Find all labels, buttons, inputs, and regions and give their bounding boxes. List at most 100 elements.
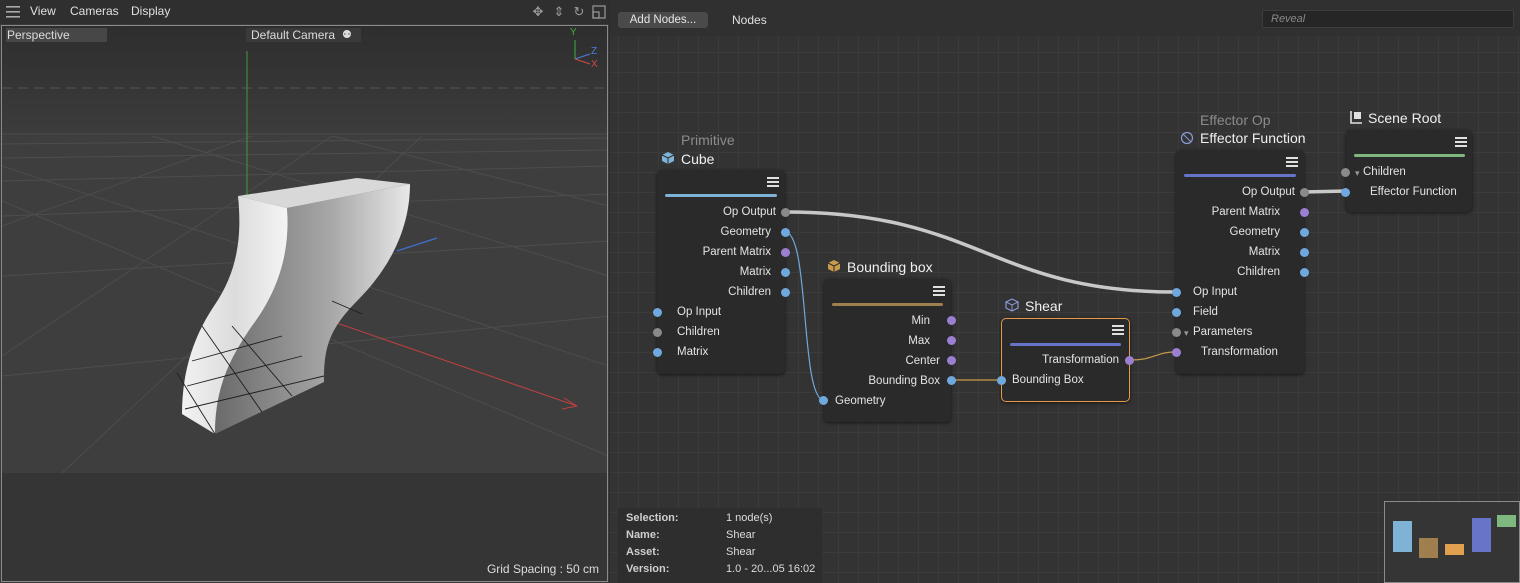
cube-geometry-output[interactable]: Geometry [721,226,772,238]
shear-transformation-output[interactable]: Transformation [1042,354,1119,366]
camera-icon[interactable]: ⚉ [342,28,352,41]
effector-op-output[interactable]: Op Output [1242,186,1295,198]
menu-display[interactable]: Display [131,4,170,18]
bbox-min-output[interactable]: Min [911,315,930,327]
axis-y-label: Y [570,27,577,38]
scene-root-node-menu-icon[interactable] [1455,137,1467,147]
parameters-expand-icon[interactable]: ▾ [1184,328,1189,339]
scene-root-node-title[interactable]: Scene Root [1368,110,1441,126]
bbox-center-output[interactable]: Center [905,355,940,367]
minimap-shear [1445,544,1464,555]
bbox-bounding-box-port[interactable] [947,376,956,385]
bbox-geometry-input[interactable]: Geometry [835,395,886,407]
node-minimap[interactable] [1384,501,1520,583]
move-view-icon[interactable]: ✥ [531,5,545,19]
effector-parent-matrix-port[interactable] [1300,208,1309,217]
cube-parent-matrix-port[interactable] [781,248,790,257]
cube-op-input-port[interactable] [653,308,662,317]
cube-matrix-output[interactable]: Matrix [740,266,771,278]
cube-children-input-port[interactable] [653,328,662,337]
effector-parameters-port[interactable] [1172,328,1181,337]
effector-node-title[interactable]: Effector Function [1200,130,1306,146]
effector-op-input-port[interactable] [1172,288,1181,297]
bbox-max-output[interactable]: Max [908,335,930,347]
cube-parent-matrix-output[interactable]: Parent Matrix [703,246,771,258]
cube-children-output[interactable]: Children [728,286,771,298]
effector-function-node[interactable]: Op Output Parent Matrix Geometry Matrix … [1176,150,1304,374]
bounding-box-node[interactable]: Min Max Center Bounding Box Geometry [824,279,951,422]
scene-root-effector-function-port[interactable] [1341,188,1350,197]
cube-icon [661,152,675,164]
viewport-menubar: View Cameras Display ✥ ⇕ ↻ [0,0,609,24]
cube-node-title[interactable]: Cube [681,151,714,167]
maximize-view-icon[interactable] [592,5,606,19]
version-value: 1.0 - 20...05 16:02 [726,563,816,575]
menu-cameras[interactable]: Cameras [70,4,119,18]
effector-children-output[interactable]: Children [1237,266,1280,278]
bbox-bounding-box-output[interactable]: Bounding Box [868,375,940,387]
dolly-view-icon[interactable]: ⇕ [552,5,566,19]
shear-bounding-box-input[interactable]: Bounding Box [1012,374,1084,386]
selection-key: Selection: [626,512,679,524]
cube-matrix-input-port[interactable] [653,348,662,357]
scene-root-node[interactable]: ▾ Children Effector Function [1346,130,1472,212]
effector-node-menu-icon[interactable] [1286,157,1298,167]
effector-geometry-output[interactable]: Geometry [1230,226,1281,238]
shear-node-menu-icon[interactable] [1112,325,1124,335]
node-editor-panel[interactable]: Add Nodes... Nodes Primitive Cube Op Out… [610,0,1520,583]
rotate-view-icon[interactable]: ↻ [572,5,586,19]
cube-children-input[interactable]: Children [677,326,720,338]
cube-node-subtitle: Primitive [681,132,735,148]
cube-matrix-port[interactable] [781,268,790,277]
scene-root-effector-function-input[interactable]: Effector Function [1370,186,1457,198]
menu-icon[interactable] [6,6,20,18]
scene-root-children-input[interactable]: Children [1363,166,1406,178]
cube-node-menu-icon[interactable] [767,177,779,187]
cube-children-port[interactable] [781,288,790,297]
minimap-scene-root [1497,515,1516,527]
cube-op-input[interactable]: Op Input [677,306,721,318]
effector-children-port[interactable] [1300,268,1309,277]
scene-root-icon [1350,111,1362,124]
effector-transformation-port[interactable] [1172,348,1181,357]
shear-bounding-box-port[interactable] [997,376,1006,385]
effector-parameters-input[interactable]: Parameters [1193,326,1252,338]
bbox-min-port[interactable] [947,316,956,325]
effector-geometry-port[interactable] [1300,228,1309,237]
cube-node[interactable]: Op Output Geometry Parent Matrix Matrix … [657,170,785,374]
effector-field-input[interactable]: Field [1193,306,1218,318]
bounding-box-node-title[interactable]: Bounding box [847,259,933,275]
viewport-canvas[interactable]: Perspective Default Camera ⚉ Y Z X Grid … [1,25,608,582]
children-expand-icon[interactable]: ▾ [1355,168,1360,179]
bbox-geometry-port[interactable] [819,396,828,405]
bounding-box-icon [827,260,841,272]
effector-transformation-input[interactable]: Transformation [1201,346,1278,358]
axis-x-label: X [591,59,598,70]
cube-op-output-port[interactable] [781,208,790,217]
asset-key: Asset: [626,546,660,558]
shear-transformation-port[interactable] [1125,356,1134,365]
3d-scene[interactable] [2,26,608,582]
effector-node-subtitle: Effector Op [1200,112,1271,128]
shear-node[interactable]: Transformation Bounding Box [1001,318,1130,402]
cube-op-output[interactable]: Op Output [723,206,776,218]
scene-root-children-port[interactable] [1341,168,1350,177]
effector-parent-matrix-output[interactable]: Parent Matrix [1212,206,1280,218]
bounding-box-node-menu-icon[interactable] [933,286,945,296]
effector-matrix-output[interactable]: Matrix [1249,246,1280,258]
bbox-center-port[interactable] [947,356,956,365]
cube-geometry-port[interactable] [781,228,790,237]
minimap-cube [1393,521,1412,552]
effector-op-output-port[interactable] [1300,188,1309,197]
menu-view[interactable]: View [30,4,56,18]
effector-op-input[interactable]: Op Input [1193,286,1237,298]
node-info-panel: Selection: 1 node(s) Name: Shear Asset: … [618,508,822,583]
bbox-max-port[interactable] [947,336,956,345]
effector-field-port[interactable] [1172,308,1181,317]
effector-matrix-port[interactable] [1300,248,1309,257]
cube-matrix-input[interactable]: Matrix [677,346,708,358]
viewport-panel[interactable]: View Cameras Display ✥ ⇕ ↻ Perspective D… [0,0,609,583]
projection-label[interactable]: Perspective [6,28,107,42]
shear-node-title[interactable]: Shear [1025,298,1062,314]
shear-icon [1005,298,1019,312]
